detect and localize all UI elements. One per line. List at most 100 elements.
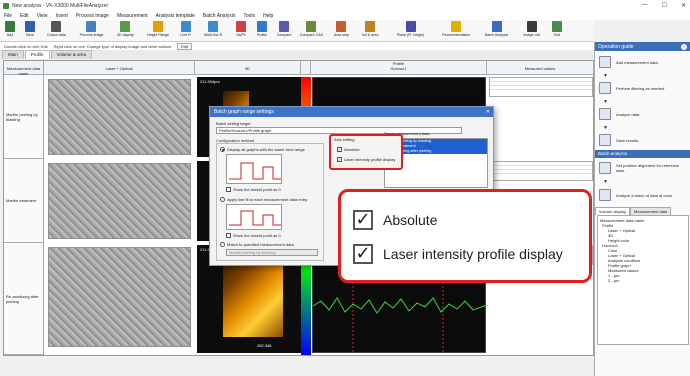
toolbar-button-10[interactable]: Compare bbox=[275, 21, 293, 37]
window-title: New analysis - VK-X3000 MultiFileAnalyze… bbox=[12, 2, 109, 9]
radio-match-specified[interactable] bbox=[220, 242, 225, 247]
line-fit-wave-icon bbox=[229, 210, 281, 226]
toolbar-button-15[interactable]: Recommendation bbox=[438, 21, 474, 37]
laser-intensity-checkbox[interactable]: ✓ Laser intensity profile display bbox=[337, 157, 395, 162]
row-label-3[interactable]: Re-anodizing after peeling bbox=[4, 243, 44, 355]
tab-volume-display[interactable]: Volume display bbox=[595, 207, 630, 215]
radio-same-range[interactable] bbox=[220, 147, 225, 152]
toolbar-icon-12 bbox=[336, 21, 347, 32]
toolbar-button-2[interactable]: Output data bbox=[42, 21, 71, 37]
laser-optical-image-1[interactable] bbox=[48, 79, 191, 155]
maximize-button[interactable]: ☐ bbox=[662, 2, 667, 9]
row-label-1[interactable]: Marble peeling by blasting bbox=[4, 75, 44, 159]
col-header-laser: Laser + Optical bbox=[44, 61, 195, 75]
radio-line-fit[interactable] bbox=[220, 197, 225, 202]
toolbar-icon-14 bbox=[405, 21, 416, 32]
toolbar-button-4[interactable]: 3D display bbox=[112, 21, 138, 37]
row-label-2[interactable]: Marble treatment bbox=[4, 159, 44, 243]
toolbar-button-0[interactable]: Add bbox=[2, 21, 18, 37]
guide-save[interactable]: Save results. bbox=[599, 134, 688, 146]
save-icon bbox=[599, 134, 611, 146]
option-match-specified[interactable]: Match to specified measurement data bbox=[220, 242, 294, 247]
guide-analyze[interactable]: Analyze data. bbox=[599, 108, 688, 120]
align-icon bbox=[599, 162, 611, 174]
panel-tabs: Volume display Measurement data bbox=[595, 207, 690, 215]
menu-view[interactable]: View bbox=[37, 13, 48, 19]
zoom-absolute-label: Absolute bbox=[383, 212, 438, 228]
menu-insert[interactable]: Insert bbox=[55, 13, 68, 19]
menu-tools[interactable]: Tools bbox=[243, 13, 255, 19]
zoom-laser-row[interactable]: ✓ Laser intensity profile display bbox=[353, 244, 563, 264]
col-header-3d: 3D bbox=[195, 61, 301, 75]
arrow-down-icon: ▼ bbox=[603, 73, 608, 79]
absolute-checkbox[interactable]: ✓ Absolute bbox=[337, 147, 360, 152]
guide-add-data[interactable]: Add measurement data. bbox=[599, 56, 688, 68]
hint-edit-text: Double-click on cell: Edit bbox=[4, 43, 48, 49]
tab-profile[interactable]: Profile bbox=[24, 50, 50, 59]
toolbar-button-16[interactable]: Batch Analysis bbox=[478, 21, 514, 37]
menu-process-image[interactable]: Process image bbox=[76, 13, 109, 19]
toolbar-button-11[interactable]: Compare CAD bbox=[297, 21, 326, 37]
hint-bar: Double-click on cell: Edit Right click o… bbox=[0, 42, 594, 50]
show-lowest-check-1[interactable]: Show the lowest point as 0 bbox=[226, 187, 281, 192]
toolbar-button-14[interactable]: Plane (Ft. height) bbox=[387, 21, 434, 37]
menu-file[interactable]: File bbox=[4, 13, 12, 19]
toolbar-label-7: Multi-line R bbox=[204, 33, 223, 37]
edit-button[interactable]: Edit bbox=[177, 42, 193, 50]
help-icon[interactable]: ? bbox=[681, 43, 687, 50]
toolbar-button-18[interactable]: Sort bbox=[549, 21, 565, 37]
menu-measurement[interactable]: Measurement bbox=[117, 13, 148, 19]
show-lowest-box-2[interactable] bbox=[226, 233, 231, 238]
absolute-check-box[interactable]: ✓ bbox=[337, 147, 342, 152]
guide-filtering-text: Perform filtering as needed. bbox=[616, 85, 666, 91]
tab-volume-area[interactable]: Volume & area bbox=[50, 50, 93, 59]
toolbar-button-7[interactable]: Multi-line R bbox=[198, 21, 229, 37]
guide-position-alignment[interactable]: Set position alignment for reference dat… bbox=[599, 162, 688, 174]
toolbar-button-12[interactable]: Area step bbox=[330, 21, 353, 37]
minimize-button[interactable]: — bbox=[642, 2, 648, 9]
toolbar-button-17[interactable]: Image List bbox=[519, 21, 545, 37]
toolbar-label-13: Vol & area bbox=[361, 33, 379, 37]
laser-intensity-check-box[interactable]: ✓ bbox=[337, 157, 342, 162]
toolbar-icon-2 bbox=[51, 21, 62, 32]
toolbar-icon-18 bbox=[551, 21, 562, 32]
zoom-absolute-row[interactable]: ✓ Absolute bbox=[353, 210, 437, 230]
laser-optical-image-3[interactable] bbox=[48, 247, 191, 347]
toolbar-button-6[interactable]: Line R bbox=[178, 21, 194, 37]
status-bar bbox=[0, 356, 594, 376]
menu-help[interactable]: Help bbox=[263, 13, 273, 19]
close-button[interactable]: ✕ bbox=[681, 2, 686, 9]
menu-edit[interactable]: Edit bbox=[20, 13, 29, 19]
dialog-close-icon[interactable]: ✕ bbox=[486, 109, 490, 115]
toolbar-button-5[interactable]: Height Range bbox=[142, 21, 173, 37]
axis-setting-highlight: Axis setting ✓ Absolute ✓ Laser intensit… bbox=[329, 134, 403, 170]
option-same-range[interactable]: Display all graphs with the same view ra… bbox=[220, 147, 305, 152]
tab-measurement-data[interactable]: Measurement data bbox=[629, 207, 672, 215]
zoom-absolute-check-icon[interactable]: ✓ bbox=[353, 210, 373, 230]
match-specified-select[interactable]: Marble peeling by blasting bbox=[226, 249, 318, 256]
laser-optical-image-2[interactable] bbox=[48, 163, 191, 239]
toolbar-button-8[interactable]: Sa/Fit bbox=[233, 21, 249, 37]
guide-batch-analyze[interactable]: Analyze a batch of data at once. bbox=[599, 189, 688, 201]
guide-save-text: Save results. bbox=[616, 137, 640, 143]
toolbar-label-4: 3D display bbox=[117, 33, 134, 37]
toolbar-icon-1 bbox=[25, 21, 35, 32]
toolbar-button-13[interactable]: Vol & area bbox=[357, 21, 383, 37]
toolbar-button-3[interactable]: Process image bbox=[75, 21, 109, 37]
show-lowest-check-2[interactable]: Show the lowest point as 0 bbox=[226, 233, 281, 238]
show-lowest-box-1[interactable] bbox=[226, 187, 231, 192]
toolbar-button-1[interactable]: Save bbox=[22, 21, 38, 37]
guide-filtering[interactable]: Perform filtering as needed. bbox=[599, 82, 688, 94]
guide-add-data-text: Add measurement data. bbox=[616, 59, 659, 65]
tree-item-12[interactable]: 2 - µm bbox=[600, 278, 686, 283]
same-range-preview bbox=[226, 154, 282, 184]
tab-main[interactable]: Main bbox=[2, 50, 24, 59]
menu-batch-analysis[interactable]: Batch Analysis bbox=[203, 13, 236, 19]
toolbar-button-9[interactable]: Profile bbox=[253, 21, 271, 37]
toolbar: Add Save Output data Process image 3D displa… bbox=[0, 20, 594, 42]
toolbar-icon-16 bbox=[491, 21, 502, 32]
option-line-fit[interactable]: Apply line fit to each measurement data … bbox=[220, 197, 307, 202]
menu-analysis-template[interactable]: Analysis template bbox=[156, 13, 195, 19]
option-line-fit-label: Apply line fit to each measurement data … bbox=[227, 197, 308, 202]
zoom-laser-check-icon[interactable]: ✓ bbox=[353, 244, 373, 264]
